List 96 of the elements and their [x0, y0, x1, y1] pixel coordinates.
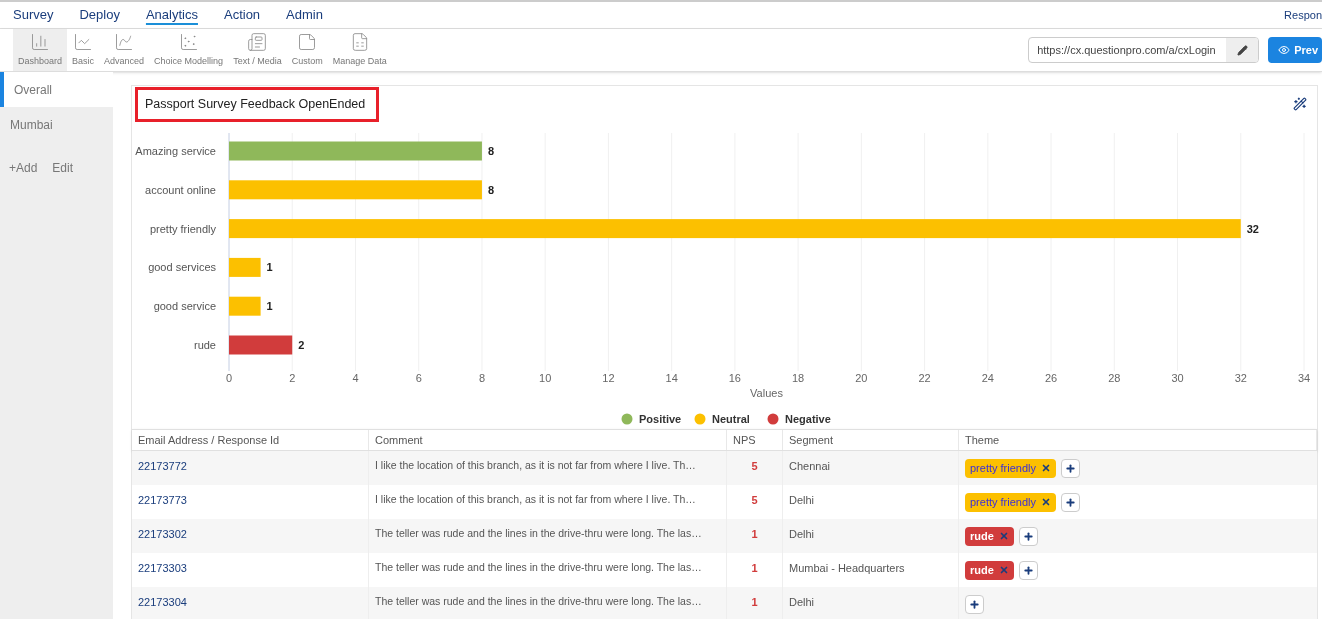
axis-tick-label: 28 — [1108, 372, 1121, 384]
toolbar-button[interactable]: Custom — [286, 29, 328, 71]
table-cell: 22173304 — [132, 587, 369, 619]
bar — [229, 335, 293, 355]
remove-icon[interactable] — [1041, 463, 1052, 473]
plus-icon — [1065, 462, 1077, 474]
edit-button[interactable] — [1226, 38, 1259, 62]
category-label: good service — [153, 300, 216, 313]
legend-label[interactable]: Positive — [639, 413, 682, 425]
note-icon — [297, 31, 318, 52]
plus-icon — [1065, 496, 1077, 508]
theme-tag: pretty friendly — [965, 458, 1057, 478]
magic-wand-icon[interactable] — [1293, 96, 1307, 111]
nav-tab[interactable]: Deploy — [66, 5, 133, 25]
axis-tick-label: 18 — [792, 372, 805, 384]
eye-icon — [1278, 44, 1291, 56]
bar-value-label: 32 — [1246, 222, 1259, 235]
bar-value-label: 8 — [487, 183, 495, 196]
axis-tick-label: 0 — [225, 372, 233, 384]
axis-tick-label: 30 — [1171, 372, 1184, 384]
axis-tick-label: 26 — [1044, 372, 1058, 384]
table-cell: The teller was rude and the lines in the drive-thru were long. The las… — [369, 587, 727, 619]
column-header: Comment — [369, 430, 727, 450]
axis-tick-label: 2 — [289, 372, 296, 384]
nav-tab[interactable]: Action — [210, 5, 274, 25]
bar-value-label: 1 — [266, 261, 273, 274]
edit-link[interactable]: Edit — [52, 159, 74, 177]
axis-tick-label: 6 — [415, 372, 422, 384]
toolbar-button[interactable]: Manage Data — [327, 29, 392, 71]
toolbar-button[interactable]: Basic — [67, 29, 100, 71]
remove-icon[interactable] — [1041, 497, 1052, 507]
axis-tick-label: 14 — [665, 372, 678, 384]
table-cell: Delhi — [783, 587, 959, 619]
grid-page-icon — [247, 31, 268, 52]
nps-score: 1 — [751, 561, 758, 576]
column-header: Theme — [959, 430, 1317, 450]
toolbar-button[interactable]: Choice Modelling — [149, 29, 229, 71]
column-header: Segment — [783, 430, 959, 450]
axis-tick-label: 24 — [981, 372, 994, 384]
add-theme-button[interactable] — [1018, 526, 1038, 546]
bar-value-label: 1 — [266, 300, 273, 313]
axis-tick-label: 20 — [855, 372, 868, 384]
add-theme-button[interactable] — [965, 594, 984, 614]
column-header: Email Address / Response Id — [132, 430, 369, 450]
toolbar-button[interactable]: Text / Media — [228, 29, 287, 71]
axis-tick-label: 12 — [602, 372, 615, 384]
axis-tick-label: 22 — [918, 372, 931, 384]
responses-link[interactable]: Respon — [1284, 6, 1322, 24]
axis-tick-label: 4 — [352, 372, 359, 384]
axis-title: Values — [750, 387, 783, 399]
theme-tag: rude — [965, 526, 1014, 546]
bar — [229, 257, 261, 277]
axis-tick-label: 16 — [728, 372, 741, 384]
category-label: good services — [148, 261, 216, 274]
nav-tab[interactable]: Admin — [273, 5, 336, 25]
axis-tick-label: 8 — [478, 372, 485, 384]
toolbar-button[interactable]: Dashboard — [13, 29, 68, 71]
curve-chart-icon — [114, 31, 135, 52]
category-label: rude — [193, 339, 216, 351]
preview-button[interactable]: Prev — [1268, 37, 1322, 63]
sidebar-item[interactable]: Overall — [0, 72, 113, 107]
card-title: Passport Survey Feedback OpenEnded — [135, 86, 379, 122]
add-theme-button[interactable] — [1061, 492, 1081, 512]
axis-tick-label: 10 — [539, 372, 552, 384]
scatter-chart-icon — [178, 31, 199, 52]
nps-score: 5 — [751, 459, 758, 474]
column-header: NPS — [727, 430, 783, 450]
nps-score: 5 — [751, 493, 758, 508]
legend-label[interactable]: Negative — [785, 413, 831, 425]
theme-tag: rude — [965, 560, 1014, 580]
bar-value-label: 2 — [298, 339, 305, 351]
add-theme-button[interactable] — [1018, 560, 1038, 580]
add-theme-button[interactable] — [1061, 458, 1081, 478]
category-label: Amazing service — [135, 145, 216, 157]
pencil-icon — [1236, 44, 1248, 56]
axis-tick-label: 32 — [1234, 372, 1247, 384]
nps-score: 1 — [751, 527, 758, 542]
theme-tag: pretty friendly — [965, 492, 1057, 512]
bar — [229, 296, 261, 316]
nav-tab[interactable]: Analytics — [132, 5, 211, 25]
add-link[interactable]: +Add — [9, 159, 38, 177]
toolbar-button[interactable]: Advanced — [99, 29, 150, 71]
url-field[interactable]: https://cx.questionpro.com/a/cxLogin — [1028, 37, 1260, 63]
sidebar-item[interactable]: Mumbai — [0, 107, 113, 142]
line-chart-icon — [73, 31, 94, 52]
nav-tab[interactable]: Survey — [0, 5, 67, 25]
bar-chart-icon — [30, 31, 50, 52]
nps-score: 1 — [751, 595, 758, 610]
category-label: account online — [145, 183, 216, 196]
plus-icon — [1022, 564, 1034, 576]
axis-tick-label: 34 — [1297, 372, 1311, 384]
legend-label[interactable]: Neutral — [712, 413, 750, 425]
category-label: pretty friendly — [149, 222, 216, 235]
plus-icon — [1022, 530, 1034, 542]
bar-value-label: 8 — [487, 145, 495, 157]
plus-icon — [969, 598, 980, 610]
